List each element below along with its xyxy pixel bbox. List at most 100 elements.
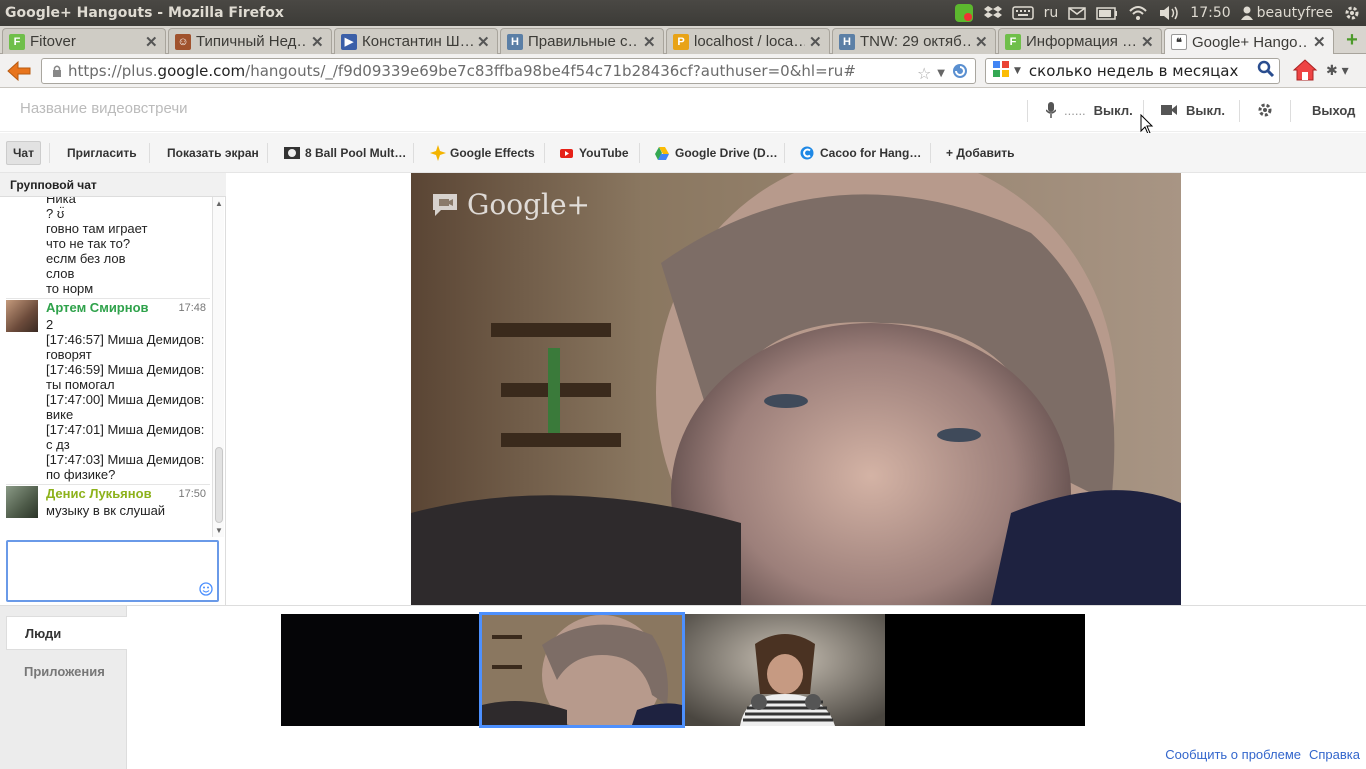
add-app-button[interactable]: + Добавить xyxy=(946,141,1014,165)
google-search-engine-icon[interactable] xyxy=(992,60,1010,82)
chat-scrollbar[interactable]: ▲ ▼ xyxy=(212,197,224,537)
search-engine-dropdown-icon[interactable]: ▼ xyxy=(1014,66,1021,76)
url-dropdown-icon[interactable]: ▼ xyxy=(937,68,945,79)
gear-icon xyxy=(1258,103,1272,117)
report-problem-link[interactable]: Сообщить о проблеме xyxy=(1165,747,1301,762)
participant-video xyxy=(482,615,682,725)
browser-tab-active[interactable]: ❝ Google+ Hango… ✕ xyxy=(1164,28,1334,55)
chat-line: Ника xyxy=(46,197,76,206)
mail-icon[interactable] xyxy=(1063,0,1091,26)
tab-apps[interactable]: Приложения xyxy=(6,655,127,689)
settings-gear-icon[interactable] xyxy=(1338,0,1366,26)
message-divider xyxy=(6,484,210,485)
favicon: F xyxy=(9,33,25,50)
battery-icon[interactable] xyxy=(1091,0,1123,26)
tab-label: Правильные с… xyxy=(528,33,639,50)
url-bar[interactable]: https://plus. google.com/hangouts/_/f9d09… xyxy=(41,58,976,84)
reload-icon[interactable] xyxy=(951,62,969,84)
browser-tab[interactable]: ☺ Типичный Нед… ✕ xyxy=(168,28,332,54)
hangout-name-input[interactable]: Название видеовстречи xyxy=(20,100,188,117)
message-author[interactable]: Денис Лукьянов xyxy=(46,486,152,501)
participant-thumbnail[interactable] xyxy=(281,614,479,726)
browser-tab[interactable]: P localhost / loca… ✕ xyxy=(666,28,830,54)
exit-button[interactable]: Выход xyxy=(1312,88,1355,132)
scroll-down-arrow-icon[interactable]: ▼ xyxy=(215,526,223,535)
search-input[interactable]: сколько недель в месяцах xyxy=(1029,62,1257,80)
scrollbar-thumb[interactable] xyxy=(215,447,223,523)
chat-line: слов xyxy=(46,266,75,281)
clock[interactable]: 17:50 xyxy=(1185,0,1235,26)
browser-tab[interactable]: F Fitover ✕ xyxy=(2,28,166,54)
app-youtube[interactable]: YouTube xyxy=(560,141,629,165)
url-rest: /hangouts/_/f9d09339e69be7c83ffba98be4f5… xyxy=(245,62,856,80)
search-icon[interactable] xyxy=(1257,60,1275,82)
message-author[interactable]: Артем Смирнов xyxy=(46,300,149,315)
close-tab-icon[interactable]: ✕ xyxy=(643,33,657,51)
favicon: ▶ xyxy=(341,33,357,50)
participant-thumbnail[interactable] xyxy=(885,614,1085,726)
search-box[interactable]: ▼ сколько недель в месяцах xyxy=(985,58,1280,84)
favicon: ☺ xyxy=(175,33,191,50)
back-arrow-icon[interactable] xyxy=(6,59,32,83)
chat-line: [17:47:00] Миша Демидов: xyxy=(46,392,205,407)
settings-button[interactable] xyxy=(1257,88,1273,132)
scroll-up-arrow-icon[interactable]: ▲ xyxy=(215,199,223,208)
chat-line: ты помогал xyxy=(46,377,115,392)
browser-tab[interactable]: H TNW: 29 октяб… ✕ xyxy=(832,28,996,54)
url-host: google.com xyxy=(157,62,246,80)
browser-tab[interactable]: F Информация … ✕ xyxy=(998,28,1162,54)
avatar[interactable] xyxy=(6,486,38,518)
app-label: YouTube xyxy=(579,146,629,160)
browser-tab[interactable]: H Правильные с… ✕ xyxy=(500,28,664,54)
new-tab-button[interactable]: + xyxy=(1342,30,1362,50)
home-icon[interactable] xyxy=(1292,58,1318,85)
chat-line: [17:47:03] Миша Демидов: xyxy=(46,452,205,467)
mic-label: Выкл. xyxy=(1093,102,1133,118)
wifi-icon[interactable] xyxy=(1123,0,1153,26)
browser-tab[interactable]: ▶ Константин Ш… ✕ xyxy=(334,28,498,54)
app-cacoo[interactable]: Cacoo for Hang… xyxy=(800,141,921,165)
chat-messages: Ника ? ʊ̈ говно там играет что не так то… xyxy=(0,197,212,537)
keyboard-layout[interactable]: ru xyxy=(1039,0,1064,26)
tab-people[interactable]: Люди xyxy=(6,616,127,650)
emoji-smiley-icon[interactable] xyxy=(199,582,213,596)
favicon: F xyxy=(1005,33,1021,50)
avatar[interactable] xyxy=(6,300,38,332)
app-google-effects[interactable]: Google Effects xyxy=(430,141,535,165)
dropbox-icon[interactable] xyxy=(979,0,1007,26)
help-link[interactable]: Справка xyxy=(1309,747,1360,762)
close-tab-icon[interactable]: ✕ xyxy=(311,33,325,51)
camera-toggle[interactable]: Выкл. xyxy=(1161,88,1225,132)
chat-line: говно там играет xyxy=(46,221,148,236)
app-8ball-pool[interactable]: 8 Ball Pool Mult… xyxy=(284,141,406,165)
user-menu[interactable]: beautyfree xyxy=(1236,0,1338,26)
tab-label: Константин Ш… xyxy=(362,33,473,50)
addon-icon[interactable]: ✱ ▾ xyxy=(1326,62,1349,79)
close-tab-icon[interactable]: ✕ xyxy=(1313,33,1327,51)
participant-thumbnail-selected[interactable] xyxy=(479,612,685,728)
volume-icon[interactable] xyxy=(1153,0,1185,26)
messenger-icon[interactable] xyxy=(949,0,979,26)
participant-thumbnail[interactable] xyxy=(685,614,885,726)
chat-input[interactable] xyxy=(6,540,219,602)
mic-level: ...... xyxy=(1064,102,1086,118)
close-tab-icon[interactable]: ✕ xyxy=(975,33,989,51)
close-tab-icon[interactable]: ✕ xyxy=(809,33,823,51)
favicon: H xyxy=(839,33,855,50)
window-title: Google+ Hangouts - Mozilla Firefox xyxy=(5,5,284,21)
bookmark-star-icon[interactable]: ☆ xyxy=(917,64,931,83)
divider xyxy=(784,143,785,163)
hangout-toolbar: Чат Пригласить Показать экран 8 Ball Poo… xyxy=(0,133,1366,173)
invite-button[interactable]: Пригласить xyxy=(67,141,137,165)
app-google-drive[interactable]: Google Drive (D… xyxy=(655,141,778,165)
close-tab-icon[interactable]: ✕ xyxy=(477,33,491,51)
screenshare-button[interactable]: Показать экран xyxy=(167,141,259,165)
divider xyxy=(1027,100,1028,122)
keyboard-icon[interactable] xyxy=(1007,0,1039,26)
close-tab-icon[interactable]: ✕ xyxy=(145,33,159,51)
mic-toggle[interactable]: ...... Выкл. xyxy=(1046,88,1133,132)
favicon: ❝ xyxy=(1171,34,1187,50)
close-tab-icon[interactable]: ✕ xyxy=(1141,33,1155,51)
app-label: Google Effects xyxy=(450,146,535,160)
chat-button[interactable]: Чат xyxy=(6,141,41,165)
